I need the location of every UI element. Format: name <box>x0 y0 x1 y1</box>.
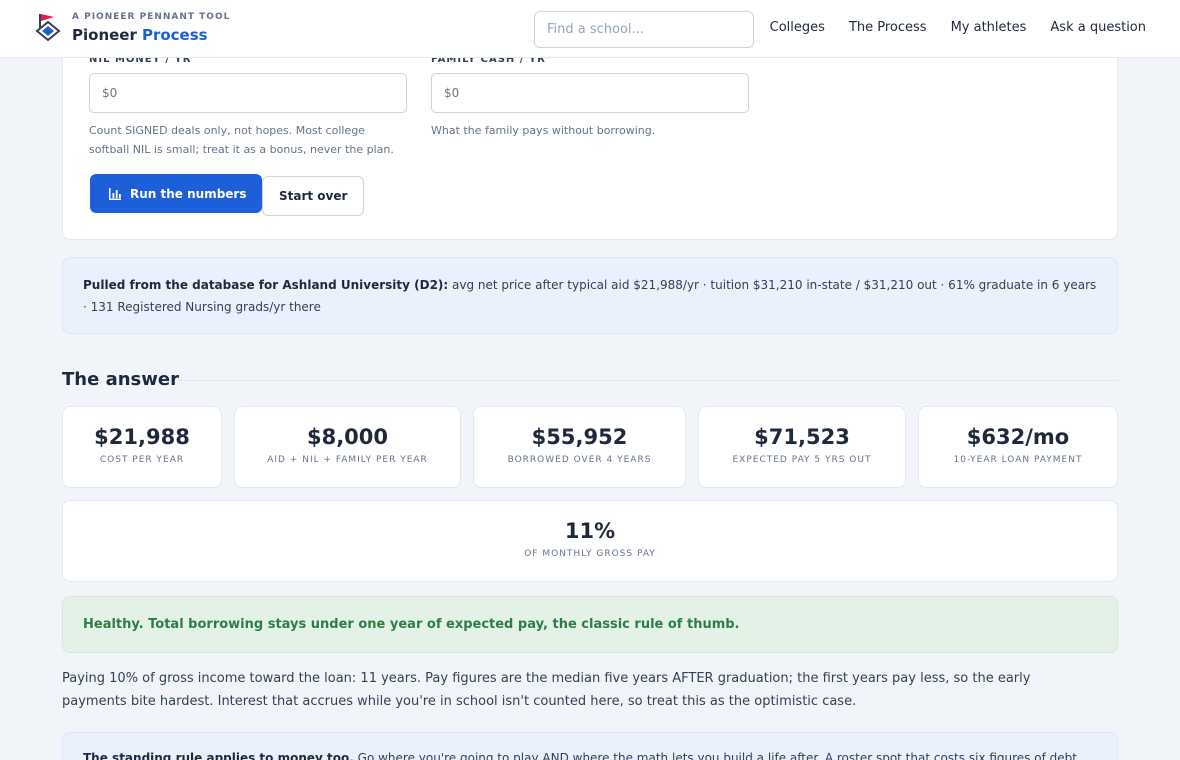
standing-rule-text: Go where you're going to play AND where … <box>357 751 1077 760</box>
stat-label: 10-YEAR LOAN PAYMENT <box>953 455 1083 465</box>
database-note-lead: Pulled from the database for Ashland Uni… <box>83 278 449 292</box>
brand[interactable]: A PIONEER PENNANT TOOL Pioneer Process <box>34 12 230 44</box>
family-cash-input[interactable] <box>431 73 749 113</box>
stat-aid-nil-family: $8,000 AID + NIL + FAMILY PER YEAR <box>234 406 461 488</box>
standing-rule-note: The standing rule applies to money too. … <box>62 732 1118 760</box>
stat-value: $632/mo <box>966 425 1070 449</box>
stat-label: BORROWED OVER 4 YEARS <box>507 455 652 465</box>
run-numbers-label: Run the numbers <box>130 186 247 201</box>
stat-value: $55,952 <box>531 425 628 449</box>
stat-value: 11% <box>564 519 616 543</box>
stat-cost-per-year: $21,988 COST PER YEAR <box>62 406 222 488</box>
stat-value: $71,523 <box>754 425 850 449</box>
stat-borrowed: $55,952 BORROWED OVER 4 YEARS <box>473 406 686 488</box>
stat-label: EXPECTED PAY 5 YRS OUT <box>732 455 872 465</box>
bar-chart-icon <box>109 187 121 200</box>
explanation-text: Paying 10% of gross income toward the lo… <box>62 671 1031 709</box>
nav-ask-a-question[interactable]: Ask a question <box>1050 20 1146 35</box>
answer-heading: The answer <box>62 369 179 390</box>
section-divider <box>178 380 1118 381</box>
stat-loan-payment: $632/mo 10-YEAR LOAN PAYMENT <box>918 406 1118 488</box>
stat-expected-pay: $71,523 EXPECTED PAY 5 YRS OUT <box>698 406 906 488</box>
pennant-logo-icon <box>35 14 61 42</box>
stat-value: $8,000 <box>306 425 389 449</box>
nav-colleges[interactable]: Colleges <box>770 20 825 35</box>
nav-the-process[interactable]: The Process <box>849 20 927 35</box>
verdict-banner: Healthy. Total borrowing stays under one… <box>62 596 1118 653</box>
brand-eyebrow: A PIONEER PENNANT TOOL <box>72 12 231 22</box>
main-nav: Colleges The Process My athletes Ask a q… <box>770 20 1146 35</box>
nil-money-help: Count SIGNED deals only, not hopes. Most… <box>89 124 394 156</box>
stat-value: $21,988 <box>94 425 190 449</box>
school-search-input[interactable] <box>534 11 754 48</box>
stat-label: OF MONTHLY GROSS PAY <box>524 549 656 559</box>
top-nav-bar: A PIONEER PENNANT TOOL Pioneer Process C… <box>0 0 1180 58</box>
start-over-button[interactable]: Start over <box>262 176 365 216</box>
stat-label: COST PER YEAR <box>99 455 185 465</box>
nav-my-athletes[interactable]: My athletes <box>951 20 1027 35</box>
family-cash-field: FAMILY CASH / YR What the family pays wi… <box>431 54 749 140</box>
brand-name-accent: Process <box>141 26 208 44</box>
stat-label: AID + NIL + FAMILY PER YEAR <box>267 455 428 465</box>
nil-money-input[interactable] <box>89 73 407 113</box>
stat-share-of-pay: 11% OF MONTHLY GROSS PAY <box>62 500 1118 582</box>
run-numbers-button[interactable]: Run the numbers <box>90 174 263 213</box>
brand-name: Pioneer <box>72 26 137 44</box>
database-note: Pulled from the database for Ashland Uni… <box>62 257 1118 334</box>
nil-money-field: NIL MONEY / YR Count SIGNED deals only, … <box>89 54 407 159</box>
standing-rule-lead: The standing rule applies to money too. <box>83 751 354 760</box>
family-cash-help: What the family pays without borrowing. <box>431 124 656 137</box>
